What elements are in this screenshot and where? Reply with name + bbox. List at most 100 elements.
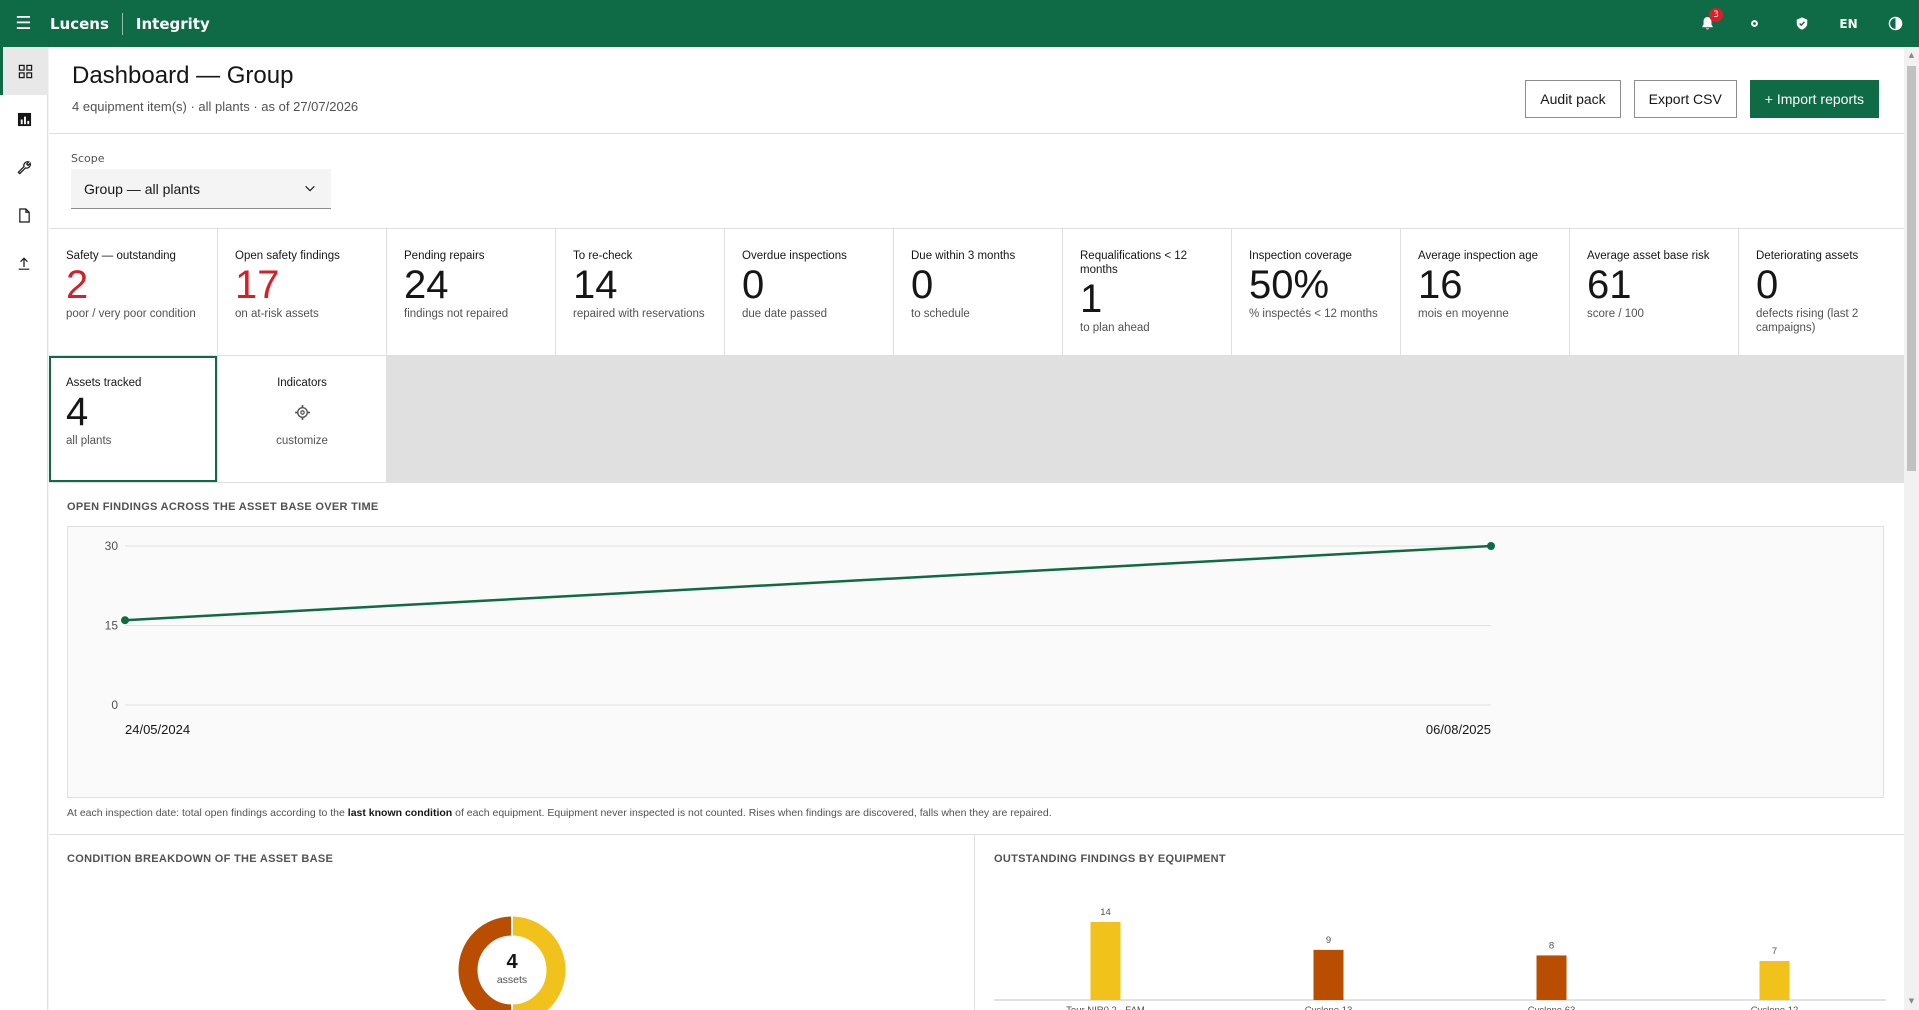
scope-select[interactable]: Group — all plants <box>71 169 331 209</box>
scope-value: Group — all plants <box>84 180 200 197</box>
data-point[interactable] <box>121 616 129 625</box>
scrollbar[interactable]: ▲ ▼ <box>1904 47 1919 1010</box>
note-text-end: of each equipment. Equipment never inspe… <box>452 807 1052 819</box>
side-nav <box>0 47 48 1010</box>
chart-note: At each inspection date: total open find… <box>67 807 1052 819</box>
data-point[interactable] <box>1487 542 1495 550</box>
kpi-card[interactable]: Due within 3 months 0 to schedule <box>894 229 1062 355</box>
product-name: Integrity <box>135 14 210 33</box>
security-button[interactable] <box>1778 0 1825 47</box>
nav-analytics[interactable] <box>0 95 48 143</box>
kpi-card[interactable]: Average asset base risk 61 score / 100 <box>1570 229 1738 355</box>
language-selector[interactable]: EN <box>1825 0 1872 47</box>
condition-breakdown-section: CONDITION BREAKDOWN OF THE ASSET BASE 4a… <box>49 835 975 1010</box>
kpi-value: 0 <box>742 263 765 307</box>
kpi-value: 0 <box>911 263 934 307</box>
line-chart: 0 15 30 24/05/2024 06/08/2025 <box>105 539 1495 737</box>
kpi-card[interactable]: Pending repairs 24 findings not repaired <box>387 229 555 355</box>
wrench-icon <box>17 160 31 174</box>
donut-slice[interactable] <box>511 916 566 1010</box>
chart-icon <box>17 112 31 126</box>
menu-icon[interactable]: ☰ <box>0 0 47 47</box>
nav-upload[interactable] <box>0 239 48 287</box>
gear-icon <box>235 390 369 434</box>
section-title: OPEN FINDINGS ACROSS THE ASSET BASE OVER… <box>67 501 379 513</box>
settings-button[interactable] <box>1731 0 1778 47</box>
kpi-card[interactable]: Open safety findings 17 on at-risk assets <box>218 229 386 355</box>
scroll-up-arrow[interactable]: ▲ <box>1907 51 1916 60</box>
kpi-value: 16 <box>1418 263 1463 307</box>
series-line <box>124 544 1492 622</box>
main-content: Dashboard — Group 4 equipment item(s) · … <box>49 47 1904 1010</box>
kpi-title: Open safety findings <box>235 250 340 262</box>
kpi-title: Requalifications < 12 months <box>1080 250 1188 276</box>
y-tick-label: 30 <box>105 539 119 553</box>
kpi-subtitle: mois en moyenne <box>1418 308 1509 320</box>
kpi-title: Safety — outstanding <box>66 250 176 262</box>
kpi-card[interactable]: Requalifications < 12 months 1 to plan ahe… <box>1063 229 1231 355</box>
kpi-value: 4 <box>66 390 89 434</box>
indicators-sub: customize <box>276 435 328 447</box>
bar[interactable] <box>1090 922 1121 1000</box>
donut-center-label: assets <box>497 974 527 986</box>
page-subtitle: 4 equipment item(s) · all plants · as of… <box>72 99 359 114</box>
kpi-card[interactable]: Assets tracked 4 all plants <box>49 356 217 482</box>
bar[interactable] <box>1759 961 1790 1000</box>
kpi-title: Due within 3 months <box>911 250 1016 262</box>
findings-by-equipment-section: OUTSTANDING FINDINGS BY EQUIPMENT 14Tour… <box>976 835 1904 1010</box>
kpi-card[interactable]: Inspection coverage 50%% inspectés < 12 m… <box>1232 229 1400 355</box>
kpi-value: 24 <box>404 263 449 307</box>
bar-value-label: 14 <box>1100 907 1111 918</box>
kpi-subtitle: % inspectés < 12 months <box>1249 308 1378 320</box>
bar-category-label: Cyclone 13 <box>1305 1005 1353 1010</box>
kpi-card[interactable]: Average inspection age 16 mois en moyenne <box>1401 229 1569 355</box>
page-title: Dashboard — Group <box>72 62 294 89</box>
scope-label: Scope <box>71 152 105 165</box>
nav-documents[interactable] <box>0 191 48 239</box>
kpi-card[interactable]: To re-check 14 repaired with reservations <box>556 229 724 355</box>
page-header: Dashboard — Group 4 equipment item(s) · … <box>49 47 1904 134</box>
bar-chart: 14 Tour NIR0 2 - FAM 9 Cyclone 13 8 Cyclone 6… <box>994 907 1886 1010</box>
bar[interactable] <box>1536 955 1567 1000</box>
kpi-value: 14 <box>573 263 618 307</box>
grid-icon <box>18 64 33 78</box>
kpi-title: Average asset base risk <box>1587 250 1710 262</box>
kpi-title: Inspection coverage <box>1249 250 1352 262</box>
scroll-down-arrow[interactable]: ▼ <box>1907 997 1916 1006</box>
kpi-subtitle: defects rising (last 2 campaigns) <box>1756 308 1859 334</box>
kpi-subtitle: repaired with reservations <box>573 308 705 320</box>
kpi-value: 0 <box>1756 263 1779 307</box>
export-csv-button[interactable]: Export CSV <box>1633 80 1737 118</box>
nav-dashboard[interactable] <box>0 47 48 95</box>
chevron-down-icon <box>305 185 315 192</box>
upload-icon <box>18 256 30 270</box>
theme-toggle[interactable] <box>1872 0 1919 47</box>
kpi-title: Deteriorating assets <box>1756 250 1859 262</box>
kpi-value: 1 <box>1080 277 1103 321</box>
kpi-card[interactable]: Overdue inspections 0 due date passed <box>725 229 893 355</box>
kpi-value: 2 <box>66 263 89 307</box>
bar-value-label: 9 <box>1326 935 1331 946</box>
donut-slice[interactable] <box>458 916 513 1010</box>
open-findings-chart: 0 15 30 24/05/2024 06/08/2025 <box>67 526 1884 798</box>
kpi-subtitle: all plants <box>66 435 112 447</box>
indicators-title: Indicators <box>277 377 327 389</box>
y-tick-label: 0 <box>111 698 118 712</box>
donut-center-value: 4 <box>506 951 518 973</box>
scroll-thumb[interactable] <box>1907 66 1916 471</box>
import-reports-button[interactable]: + Import reports <box>1749 80 1879 118</box>
nav-maintenance[interactable] <box>0 143 48 191</box>
notifications-button[interactable]: 3 <box>1684 0 1731 47</box>
indicators-customize-card[interactable]: Indicators customize <box>218 356 386 482</box>
kpi-card[interactable]: Deteriorating assets 0 defects rising (las… <box>1739 229 1904 355</box>
brand-name[interactable]: Lucens <box>50 15 109 33</box>
kpi-title: To re-check <box>573 250 633 262</box>
note-emphasis: last known condition <box>347 807 453 819</box>
kpi-subtitle: poor / very poor condition <box>66 308 196 320</box>
document-icon <box>18 207 30 223</box>
audit-pack-button[interactable]: Audit pack <box>1525 80 1621 118</box>
kpi-card[interactable]: Safety — outstanding 2 poor / very poor co… <box>49 229 217 355</box>
kpi-title: Assets tracked <box>66 377 142 389</box>
kpi-subtitle: score / 100 <box>1587 308 1644 320</box>
bar[interactable] <box>1313 949 1344 1000</box>
